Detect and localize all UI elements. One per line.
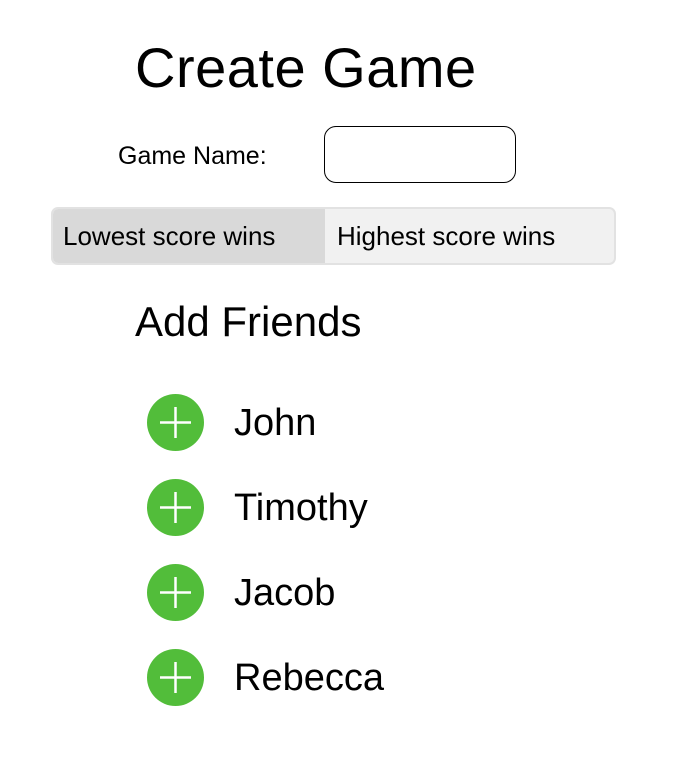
create-game-screen: Create Game Game Name: Lowest score wins… bbox=[0, 0, 678, 768]
friend-item-jacob: Jacob bbox=[147, 564, 384, 621]
plus-icon bbox=[160, 662, 191, 693]
highest-score-wins-option[interactable]: Highest score wins bbox=[325, 209, 614, 263]
plus-icon bbox=[160, 577, 191, 608]
friend-name: Jacob bbox=[234, 571, 336, 614]
add-friend-timothy-button[interactable] bbox=[147, 479, 204, 536]
highest-score-wins-label: Highest score wins bbox=[337, 220, 556, 251]
friend-item-john: John bbox=[147, 394, 384, 451]
friend-list: John Timothy Jacob Rebecca bbox=[147, 394, 384, 734]
game-name-input[interactable] bbox=[324, 126, 516, 183]
friend-name: Timothy bbox=[234, 486, 368, 529]
friend-item-timothy: Timothy bbox=[147, 479, 384, 536]
lowest-score-wins-label: Lowest score wins bbox=[63, 220, 276, 251]
friend-name: Rebecca bbox=[234, 656, 384, 699]
friend-name: John bbox=[234, 401, 317, 444]
plus-icon bbox=[160, 407, 191, 438]
add-friends-heading: Add Friends bbox=[135, 298, 362, 345]
add-friend-john-button[interactable] bbox=[147, 394, 204, 451]
game-name-label: Game Name: bbox=[118, 142, 267, 170]
lowest-score-wins-option[interactable]: Lowest score wins bbox=[53, 209, 325, 263]
friend-item-rebecca: Rebecca bbox=[147, 649, 384, 706]
add-friend-jacob-button[interactable] bbox=[147, 564, 204, 621]
plus-icon bbox=[160, 492, 191, 523]
page-title: Create Game bbox=[135, 36, 477, 99]
add-friend-rebecca-button[interactable] bbox=[147, 649, 204, 706]
scoring-mode-selector: Lowest score wins Highest score wins bbox=[51, 207, 616, 265]
